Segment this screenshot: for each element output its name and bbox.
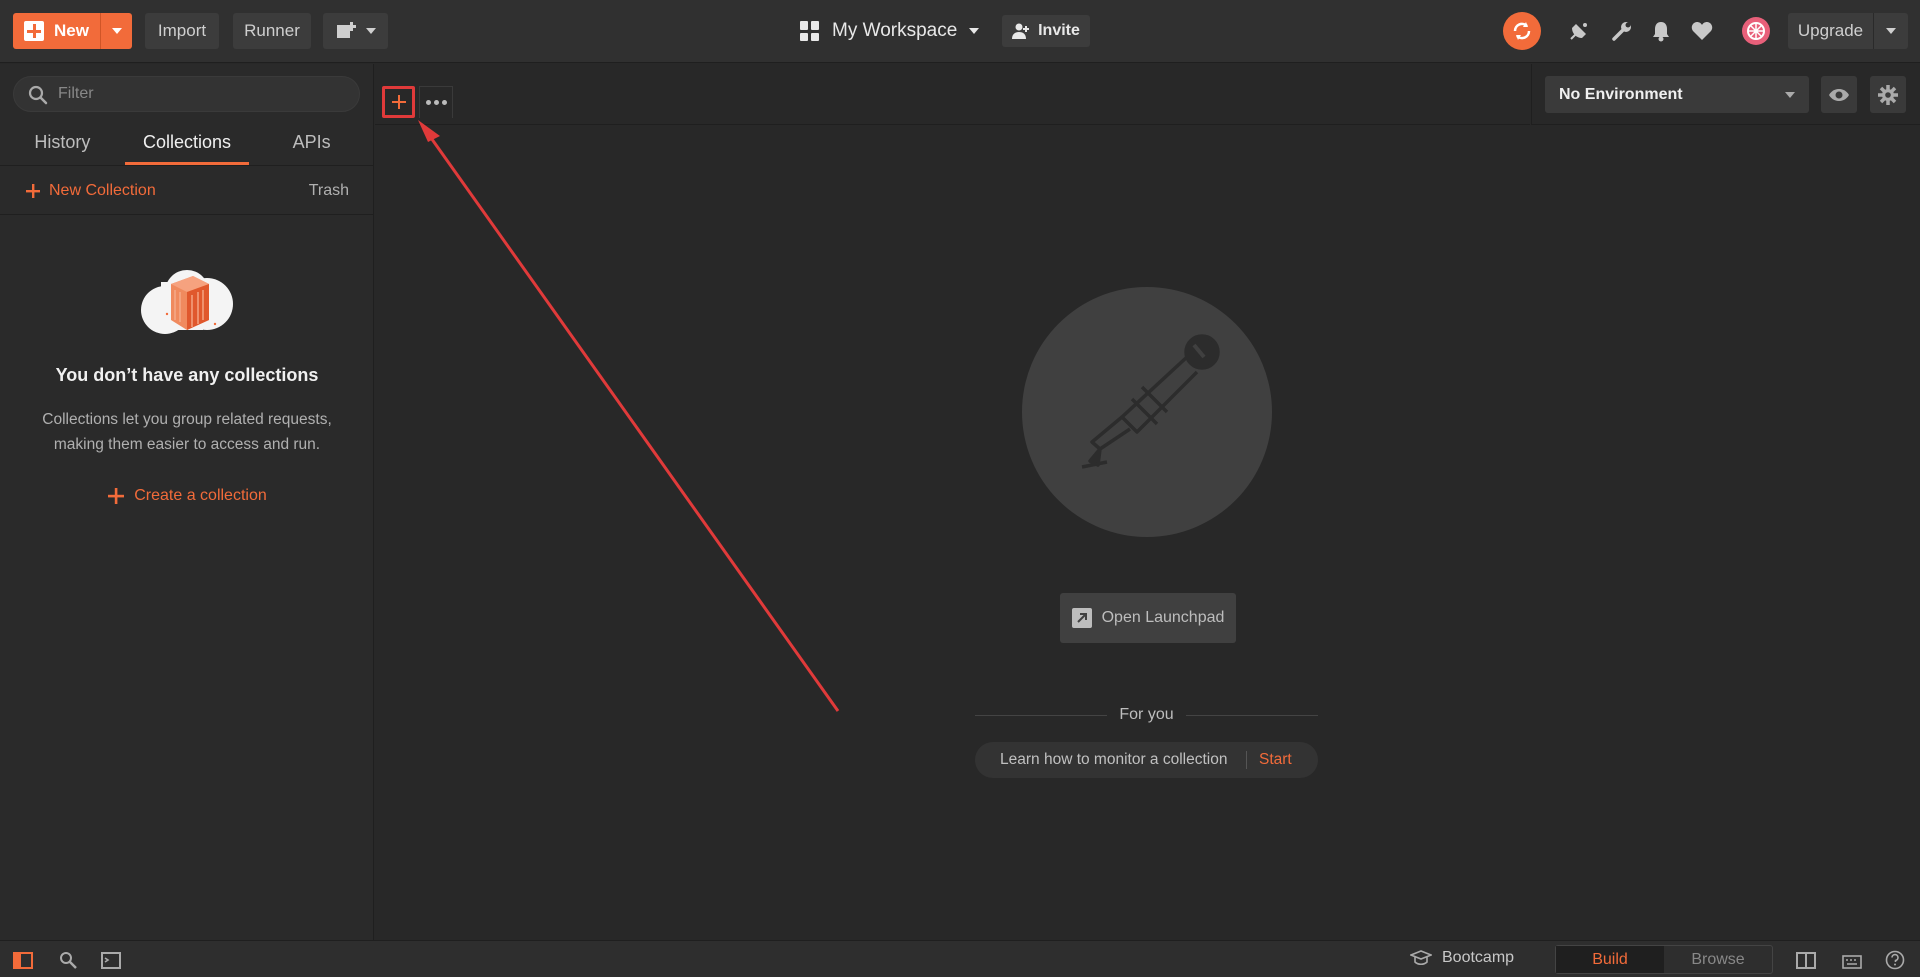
invite-button[interactable]: Invite bbox=[1002, 15, 1090, 47]
plus-icon bbox=[26, 183, 40, 198]
new-button-label: New bbox=[54, 21, 89, 40]
more-icon bbox=[425, 100, 431, 105]
workspace-label: My Workspace bbox=[832, 20, 958, 41]
status-bar: Bootcamp Build Browse bbox=[0, 940, 1920, 977]
search-icon bbox=[28, 85, 48, 105]
workspace-selector[interactable]: My Workspace bbox=[800, 14, 980, 48]
gear-icon bbox=[1878, 84, 1898, 105]
collection-actions: New Collection Trash bbox=[0, 167, 374, 215]
manage-environments-button[interactable] bbox=[1870, 76, 1906, 113]
wrench-icon[interactable] bbox=[1610, 19, 1634, 43]
eye-icon bbox=[1829, 88, 1849, 101]
empty-collection-illustration bbox=[141, 270, 233, 334]
empty-state-description: Collections let you group related reques… bbox=[42, 411, 332, 453]
chevron-down-icon bbox=[969, 28, 980, 34]
new-tab-button[interactable] bbox=[382, 86, 415, 118]
create-collection-label: Create a collection bbox=[134, 487, 267, 504]
sidebar: Filter History Collections APIs New Coll… bbox=[0, 64, 374, 940]
find-replace-icon[interactable] bbox=[58, 951, 78, 969]
bootcamp-link[interactable]: Bootcamp bbox=[1410, 949, 1514, 967]
plus-icon bbox=[24, 21, 45, 41]
for-you-label: For you bbox=[1119, 706, 1174, 723]
invite-label: Invite bbox=[1038, 22, 1080, 39]
sync-button[interactable] bbox=[1503, 12, 1541, 50]
satellite-icon[interactable] bbox=[1567, 19, 1591, 43]
tab-options-button[interactable] bbox=[419, 86, 453, 118]
runner-button[interactable]: Runner bbox=[233, 13, 311, 49]
new-button[interactable]: New bbox=[13, 13, 132, 49]
environment-quick-look-button[interactable] bbox=[1821, 76, 1857, 113]
sync-icon bbox=[1513, 22, 1531, 40]
browse-toggle[interactable]: Browse bbox=[1664, 946, 1772, 973]
sidebar-tabs: History Collections APIs bbox=[0, 119, 374, 166]
chevron-down-icon bbox=[1785, 91, 1795, 98]
open-launchpad-button[interactable]: Open Launchpad bbox=[1060, 593, 1236, 643]
tab-apis[interactable]: APIs bbox=[249, 119, 374, 165]
graduation-cap-icon bbox=[1410, 950, 1432, 966]
two-pane-view-icon[interactable] bbox=[1796, 951, 1816, 969]
empty-state-title: You don’t have any collections bbox=[55, 365, 319, 385]
heart-icon[interactable] bbox=[1690, 19, 1714, 43]
help-icon[interactable] bbox=[1885, 950, 1905, 970]
postman-logo bbox=[1022, 287, 1272, 537]
filter-input[interactable]: Filter bbox=[13, 76, 360, 112]
build-toggle[interactable]: Build bbox=[1556, 946, 1664, 973]
avatar[interactable] bbox=[1741, 16, 1771, 46]
environment-label: No Environment bbox=[1559, 85, 1683, 103]
new-window-icon bbox=[336, 22, 356, 38]
console-icon[interactable] bbox=[101, 951, 121, 969]
tab-history[interactable]: History bbox=[0, 119, 125, 165]
chevron-down-icon bbox=[365, 28, 376, 34]
new-window-button[interactable] bbox=[323, 13, 388, 49]
upgrade-button[interactable]: Upgrade bbox=[1788, 13, 1908, 49]
workspace-grid-icon bbox=[800, 21, 820, 41]
new-dropdown-caret-icon[interactable] bbox=[101, 28, 132, 34]
plus-icon bbox=[108, 488, 125, 504]
suggestion-start-link[interactable]: Start bbox=[1247, 751, 1292, 769]
suggestion-card: Learn how to monitor a collection Start bbox=[975, 742, 1318, 778]
keyboard-shortcuts-icon[interactable] bbox=[1842, 951, 1862, 969]
suggestion-text: Learn how to monitor a collection bbox=[975, 751, 1247, 769]
chevron-down-icon[interactable] bbox=[1874, 28, 1908, 34]
plus-icon bbox=[391, 95, 406, 109]
trash-link[interactable]: Trash bbox=[309, 182, 349, 200]
add-user-icon bbox=[1012, 23, 1030, 39]
environment-select[interactable]: No Environment bbox=[1545, 76, 1809, 113]
external-link-icon bbox=[1071, 608, 1092, 628]
environment-bar: No Environment bbox=[1531, 64, 1920, 125]
build-browse-toggle: Build Browse bbox=[1555, 945, 1773, 974]
create-collection-link[interactable]: Create a collection bbox=[0, 487, 374, 505]
sidebar-toggle-icon[interactable] bbox=[13, 951, 33, 969]
top-toolbar: New Import Runner My Workspace Invite Up… bbox=[0, 0, 1920, 63]
new-collection-button[interactable]: New Collection bbox=[25, 182, 156, 200]
tab-collections[interactable]: Collections bbox=[124, 119, 250, 165]
import-button[interactable]: Import bbox=[145, 13, 219, 49]
filter-placeholder: Filter bbox=[58, 85, 94, 102]
upgrade-label: Upgrade bbox=[1788, 13, 1874, 49]
rocket-icon bbox=[1081, 334, 1220, 469]
for-you-divider: For you bbox=[975, 706, 1318, 724]
request-tab-strip bbox=[375, 64, 1530, 125]
bootcamp-label: Bootcamp bbox=[1442, 949, 1515, 966]
new-collection-label: New Collection bbox=[49, 181, 156, 199]
bell-icon[interactable] bbox=[1649, 19, 1673, 43]
launchpad-label: Open Launchpad bbox=[1101, 609, 1225, 626]
